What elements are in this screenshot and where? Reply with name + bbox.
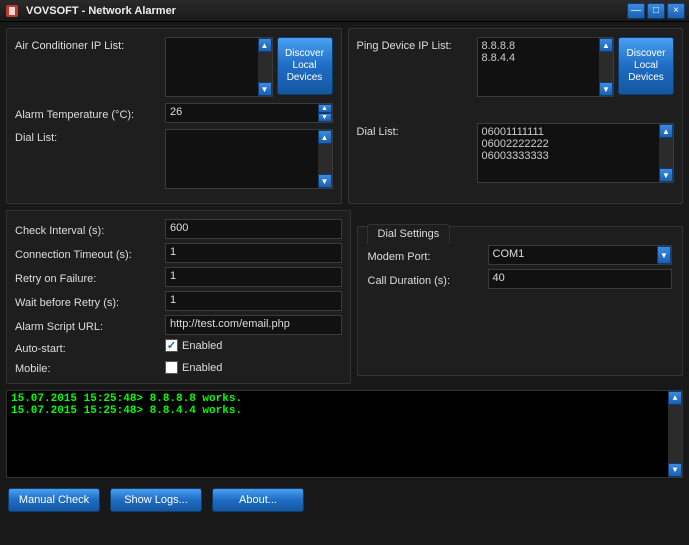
show-logs-button[interactable]: Show Logs... xyxy=(110,488,202,512)
minimize-button[interactable]: — xyxy=(627,3,645,19)
tab-dial-settings[interactable]: Dial Settings xyxy=(367,224,451,244)
call-duration-label: Call Duration (s): xyxy=(368,272,488,287)
log-output[interactable]: 15.07.2015 15:25:48> 8.8.8.8 works. 15.0… xyxy=(6,390,683,478)
check-interval-input[interactable]: 600 xyxy=(165,219,342,239)
scrollbar[interactable]: ▲ ▼ xyxy=(599,38,613,96)
conn-timeout-input[interactable]: 1 xyxy=(165,243,342,263)
scroll-up-icon[interactable]: ▲ xyxy=(318,130,332,144)
alarm-url-input[interactable]: http://test.com/email.php xyxy=(165,315,342,335)
scroll-down-icon[interactable]: ▼ xyxy=(258,82,272,96)
ping-dial-list[interactable]: 06001111111 06002222222 06003333333 ▲ ▼ xyxy=(477,123,675,183)
scroll-up-icon[interactable]: ▲ xyxy=(599,38,613,52)
autostart-checkbox[interactable]: ✓ xyxy=(165,339,178,352)
retry-input[interactable]: 1 xyxy=(165,267,342,287)
alarm-url-label: Alarm Script URL: xyxy=(15,318,165,333)
modem-port-label: Modem Port: xyxy=(368,248,488,263)
mobile-cb-text: Enabled xyxy=(182,362,222,374)
ac-panel: Air Conditioner IP List: ▲ ▼ Discover Lo… xyxy=(6,28,342,204)
scroll-down-icon[interactable]: ▼ xyxy=(599,82,613,96)
scrollbar[interactable]: ▲ ▼ xyxy=(258,38,272,96)
autostart-cb-text: Enabled xyxy=(182,340,222,352)
general-settings-panel: Check Interval (s): 600 Connection Timeo… xyxy=(6,210,351,384)
conn-timeout-label: Connection Timeout (s): xyxy=(15,246,165,261)
bottom-toolbar: Manual Check Show Logs... About... xyxy=(6,484,683,512)
modem-port-combo[interactable]: COM1 ▼ xyxy=(488,245,673,265)
about-button[interactable]: About... xyxy=(212,488,304,512)
ping-list-label: Ping Device IP List: xyxy=(357,37,477,52)
scrollbar[interactable]: ▲ ▼ xyxy=(318,130,332,188)
ping-dial-list-label: Dial List: xyxy=(357,123,477,138)
scrollbar[interactable]: ▲ ▼ xyxy=(668,391,682,477)
ac-dial-list-label: Dial List: xyxy=(15,129,165,144)
check-interval-label: Check Interval (s): xyxy=(15,222,165,237)
window-title: VOVSOFT - Network Alarmer xyxy=(26,5,627,17)
wait-retry-input[interactable]: 1 xyxy=(165,291,342,311)
titlebar-buttons: — □ × xyxy=(627,3,685,19)
alarm-temp-input[interactable]: 26 ▲ ▼ xyxy=(165,103,333,123)
scrollbar[interactable]: ▲ ▼ xyxy=(659,124,673,182)
wait-retry-label: Wait before Retry (s): xyxy=(15,294,165,309)
ping-list[interactable]: 8.8.8.8 8.8.4.4 ▲ ▼ xyxy=(477,37,615,97)
retry-label: Retry on Failure: xyxy=(15,270,165,285)
scroll-up-icon[interactable]: ▲ xyxy=(668,391,682,405)
scroll-down-icon[interactable]: ▼ xyxy=(318,174,332,188)
discover-devices-button-right[interactable]: Discover Local Devices xyxy=(618,37,674,95)
app-icon xyxy=(4,3,20,19)
scroll-up-icon[interactable]: ▲ xyxy=(258,38,272,52)
scroll-down-icon[interactable]: ▼ xyxy=(668,463,682,477)
call-duration-input[interactable]: 40 xyxy=(488,269,673,289)
ac-ip-list[interactable]: ▲ ▼ xyxy=(165,37,273,97)
spin-down-icon[interactable]: ▼ xyxy=(318,113,332,122)
alarm-temp-label: Alarm Temperature (°C): xyxy=(15,106,165,121)
titlebar: VOVSOFT - Network Alarmer — □ × xyxy=(0,0,689,22)
manual-check-button[interactable]: Manual Check xyxy=(8,488,100,512)
close-button[interactable]: × xyxy=(667,3,685,19)
maximize-button[interactable]: □ xyxy=(647,3,665,19)
chevron-down-icon[interactable]: ▼ xyxy=(657,246,671,264)
scroll-up-icon[interactable]: ▲ xyxy=(659,124,673,138)
ping-panel: Ping Device IP List: 8.8.8.8 8.8.4.4 ▲ ▼… xyxy=(348,28,684,204)
ac-dial-list[interactable]: ▲ ▼ xyxy=(165,129,333,189)
discover-devices-button-left[interactable]: Discover Local Devices xyxy=(277,37,333,95)
spin-up-icon[interactable]: ▲ xyxy=(318,104,332,113)
scroll-down-icon[interactable]: ▼ xyxy=(659,168,673,182)
ac-ip-list-label: Air Conditioner IP List: xyxy=(15,37,165,52)
dial-settings-panel: Dial Settings Modem Port: COM1 ▼ Call Du… xyxy=(357,210,684,384)
autostart-label: Auto-start: xyxy=(15,340,165,355)
mobile-label: Mobile: xyxy=(15,360,165,375)
mobile-checkbox[interactable] xyxy=(165,361,178,374)
